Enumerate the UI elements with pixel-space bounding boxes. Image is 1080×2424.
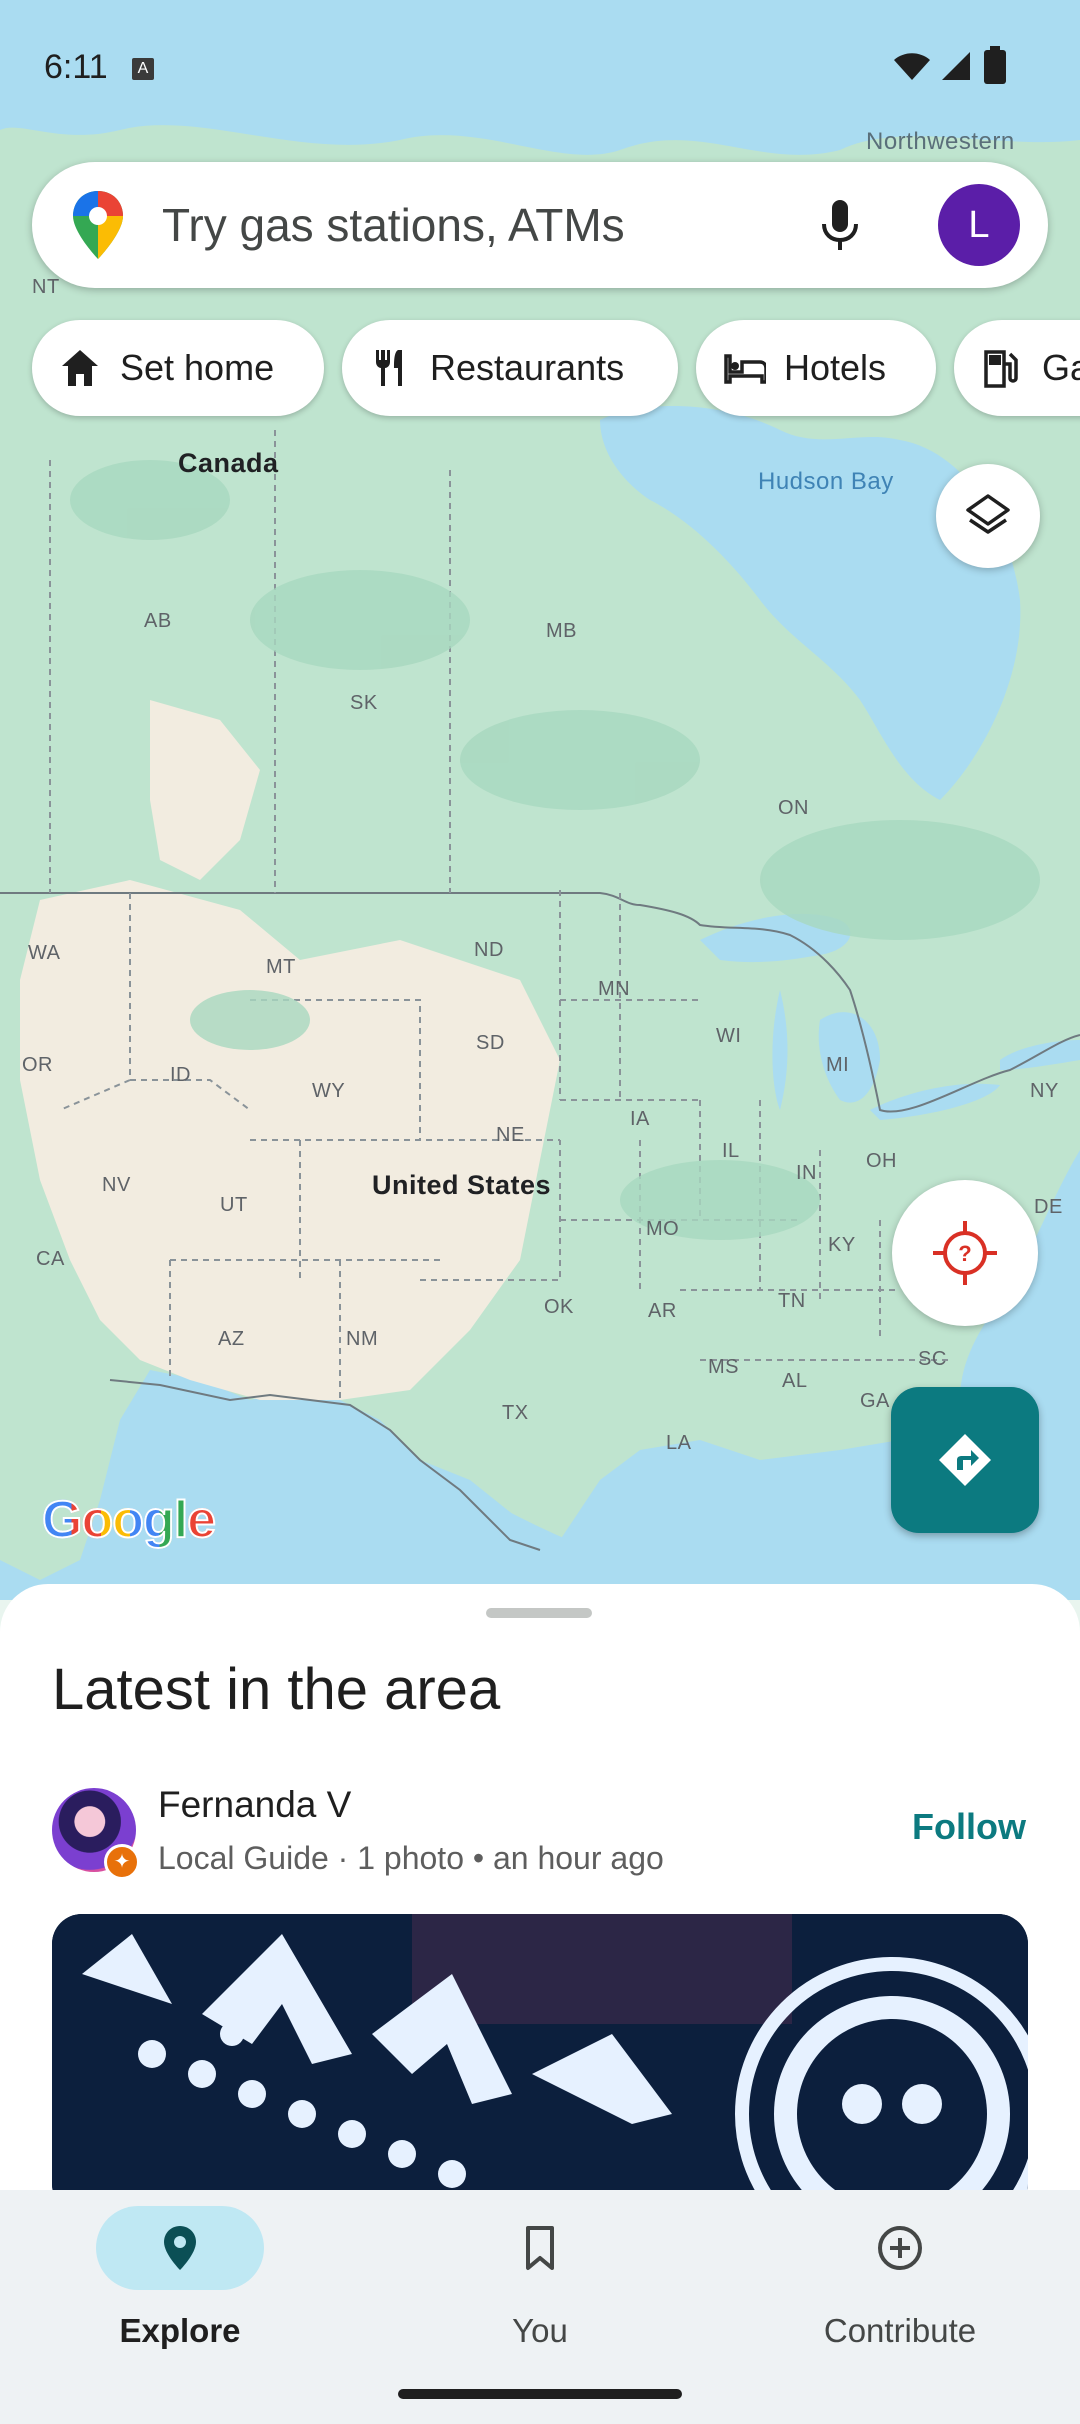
map-label-nd: ND xyxy=(474,939,504,961)
directions-icon xyxy=(939,1434,991,1486)
gesture-bar[interactable] xyxy=(398,2389,682,2399)
map-label-ar: AR xyxy=(648,1300,677,1322)
layers-icon xyxy=(966,494,1010,534)
map-label-nv: NV xyxy=(102,1174,131,1196)
map-label-mo: MO xyxy=(646,1218,680,1240)
nav-contribute[interactable]: Contribute xyxy=(750,2190,1050,2390)
map-label-mb: MB xyxy=(546,620,577,642)
chip-restaurants[interactable]: Restaurants xyxy=(342,320,678,416)
follow-button[interactable]: Follow xyxy=(912,1806,1026,1848)
battery-icon xyxy=(984,46,1006,84)
signal-icon xyxy=(942,52,970,80)
map-label-wa: WA xyxy=(28,942,61,964)
map-label-ga: GA xyxy=(860,1390,890,1412)
map-label-tn: TN xyxy=(778,1290,806,1312)
map-label-id: ID xyxy=(170,1064,191,1086)
map-label-sc: SC xyxy=(918,1348,947,1370)
post-meta: Local Guide · 1 photo • an hour ago xyxy=(158,1840,664,1876)
map-label-mi: MI xyxy=(826,1054,850,1076)
add-circle-icon xyxy=(878,2226,922,2270)
svg-text:?: ? xyxy=(958,1241,971,1266)
location-target-icon: ? xyxy=(933,1221,997,1285)
map-label-or: OR xyxy=(22,1054,53,1076)
map-label-la: LA xyxy=(666,1432,692,1454)
map-label-ne: NE xyxy=(496,1124,525,1146)
chip-gas[interactable]: Ga xyxy=(954,320,1080,416)
map-label-ok: OK xyxy=(544,1296,574,1318)
layers-button[interactable] xyxy=(936,464,1040,568)
map-label-wy: WY xyxy=(312,1080,346,1102)
map-label-ia: IA xyxy=(630,1108,650,1130)
map-label-al: AL xyxy=(782,1370,808,1392)
nav-you[interactable]: You xyxy=(390,2190,690,2390)
nav-label: Contribute xyxy=(823,2312,977,2349)
map-label-az: AZ xyxy=(218,1328,245,1350)
map-label-ms: MS xyxy=(708,1356,739,1378)
map-label-wi: WI xyxy=(716,1025,742,1047)
map-label-canada: Canada xyxy=(178,448,279,478)
author-name[interactable]: Fernanda V xyxy=(158,1784,351,1826)
map-label-hudson-bay: Hudson Bay xyxy=(758,468,894,495)
search-bar[interactable]: Try gas stations, ATMs L xyxy=(32,162,1048,288)
nav-contribute-indicator xyxy=(816,2206,984,2290)
status-time: 6:11 xyxy=(44,48,108,86)
map-label-tx: TX xyxy=(502,1402,529,1424)
post-photo[interactable] xyxy=(52,1914,1028,2214)
nav-label: Explore xyxy=(119,2312,241,2349)
nav-explore-indicator xyxy=(96,2206,264,2290)
map-label-nt: NT xyxy=(32,276,60,298)
maps-logo-icon xyxy=(73,191,123,259)
explore-pin-icon xyxy=(164,2226,196,2270)
map-label-ut: UT xyxy=(220,1194,248,1216)
map-label-sd: SD xyxy=(476,1032,505,1054)
map-label-ky: KY xyxy=(828,1234,856,1256)
status-bar: 6:11 A xyxy=(0,0,1080,140)
google-logo: Google xyxy=(41,1490,217,1550)
chip-hotels[interactable]: Hotels xyxy=(696,320,936,416)
map-label-ny: NY xyxy=(1030,1080,1059,1102)
map-label-ca: CA xyxy=(36,1248,65,1270)
map-label-mt: MT xyxy=(266,956,296,978)
my-location-button[interactable]: ? xyxy=(892,1180,1038,1326)
chip-label: Hotels xyxy=(784,347,887,388)
gas-station-icon xyxy=(984,350,1018,388)
nav-explore[interactable]: Explore xyxy=(30,2190,330,2390)
map-label-united-states: United States xyxy=(372,1170,552,1200)
wifi-icon xyxy=(894,53,930,80)
chip-label: Set home xyxy=(120,347,275,388)
chip-label: Restaurants xyxy=(430,347,625,388)
map-label-in: IN xyxy=(796,1162,817,1184)
chip-label: Ga xyxy=(1042,347,1080,388)
restaurant-icon xyxy=(376,350,402,386)
nav-label: You xyxy=(512,2312,568,2349)
bookmark-icon xyxy=(526,2226,554,2270)
microphone-icon[interactable] xyxy=(820,198,860,254)
account-avatar[interactable]: L xyxy=(938,184,1020,266)
photo-content xyxy=(52,1914,1028,2214)
hotel-icon xyxy=(724,354,766,384)
map-label-il: IL xyxy=(722,1140,740,1162)
chip-set-home[interactable]: Set home xyxy=(32,320,324,416)
map-label-mn: MN xyxy=(598,978,631,1000)
notification-icon: A xyxy=(132,58,154,80)
sheet-drag-handle[interactable] xyxy=(486,1608,592,1618)
local-guide-badge-icon: ✦ xyxy=(104,1844,140,1880)
search-input[interactable]: Try gas stations, ATMs xyxy=(162,198,625,252)
sheet-heading: Latest in the area xyxy=(52,1657,501,1722)
nav-you-indicator xyxy=(456,2206,624,2290)
home-icon xyxy=(62,350,98,386)
map-label-ab: AB xyxy=(144,610,172,632)
directions-button[interactable] xyxy=(891,1387,1039,1533)
map-label-sk: SK xyxy=(350,692,378,714)
map-label-oh: OH xyxy=(866,1150,897,1172)
map-label-de: DE xyxy=(1034,1196,1063,1218)
map-label-on: ON xyxy=(778,797,809,819)
map-label-nm: NM xyxy=(346,1328,379,1350)
